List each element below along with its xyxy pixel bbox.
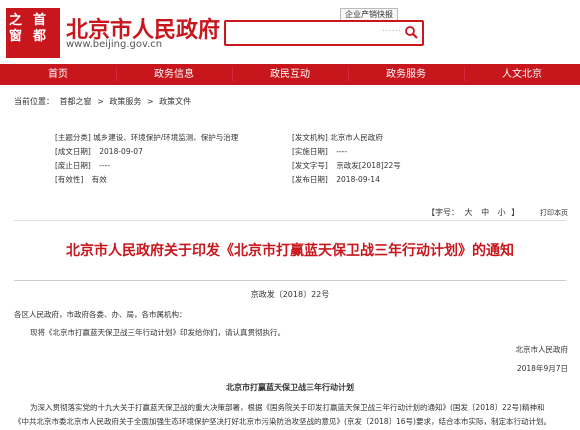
font-size-large[interactable]: 大 [465,208,473,217]
meta-impl-date: [实施日期] ---- [292,146,347,158]
site-header: 之 首 窗 都 Beijing·China 北京市人民政府 www.beijin… [0,0,580,62]
plan-paragraph-1: 为深入贯彻落实党的十九大关于打赢蓝天保卫战的重大决策部署，根据《国务院关于印发打… [30,403,545,412]
plan-paragraph-2: 《中共北京市委北京市人民政府关于全面加强生态环境保护坚决打好北京市污染防治攻坚战… [14,417,551,426]
search-hint: ······ [382,26,402,37]
meta-label: [废止日期] [55,161,91,170]
breadcrumb-separator: > [97,97,104,106]
breadcrumb-item-documents[interactable]: 政策文件 [159,97,191,106]
signer: 北京市人民政府 [515,345,569,354]
nav-item-culture[interactable]: 人文北京 [464,64,580,85]
breadcrumb: 当前位置： 首都之窗 > 政策服务 > 政策文件 [14,96,194,107]
meta-doc-number: [发文字号] 京政发[2018]22号 [292,160,401,172]
logo-char-3: 窗 [9,29,23,44]
meta-value: ---- [336,147,348,156]
document-metadata: [主题分类] 城乡建设、环境保护/环境监测、保护与治理 [成文日期] 2018-… [55,128,475,196]
breadcrumb-separator: > [146,97,154,106]
meta-label: [成文日期] [55,147,91,156]
search-icon[interactable] [404,24,418,39]
meta-label: [有效性] [55,175,84,184]
body-paragraph: 现将《北京市打赢蓝天保卫战三年行动计划》印发给你们，请认真贯彻执行。 [30,328,285,337]
print-link[interactable]: 打印本页 [540,208,568,218]
document-number: 京政发〔2018〕22号 [250,290,330,299]
logo-english: Beijing·China [6,49,54,56]
breadcrumb-prefix: 当前位置： [14,97,54,106]
breadcrumb-item-home[interactable]: 首都之窗 [60,97,92,106]
plan-title: 北京市打赢蓝天保卫战三年行动计划 [226,383,354,392]
meta-value: 城乡建设、环境保护/环境监测、保护与治理 [93,133,239,142]
search-box: ······ [224,20,424,46]
breadcrumb-item-services[interactable]: 政策服务 [109,97,141,106]
meta-abolish-date: [废止日期] ---- [55,160,110,172]
font-size-medium[interactable]: 中 [481,208,489,217]
site-url: www.beijing.gov.cn [66,39,163,50]
meta-value: ---- [99,161,111,170]
meta-written-date: [成文日期] 2018-09-07 [55,146,143,158]
meta-label: [发文字号] [292,161,328,170]
logo-char-4: 都 [33,29,47,44]
meta-label: [实施日期] [292,147,328,156]
font-size-control: 【字号： 大 中 小 】 [427,207,519,218]
nav-item-services[interactable]: 政务服务 [348,64,464,85]
recipients: 各区人民政府，市政府各委、办、局，各市属机构： [14,310,187,319]
nav-item-home[interactable]: 首页 [0,64,116,85]
font-size-end: 】 [511,208,520,217]
meta-label: [主题分类] [55,133,91,142]
meta-value: 2018-09-14 [336,175,380,184]
meta-value: 2018-09-07 [99,147,143,156]
meta-label: [发布日期] [292,175,328,184]
meta-value: 京政发[2018]22号 [336,161,401,170]
font-size-label: 【字号： [427,208,459,217]
nav-item-gov-info[interactable]: 政务信息 [116,64,232,85]
meta-value: 北京市人民政府 [330,133,383,142]
meta-topic: [主题分类] 城乡建设、环境保护/环境监测、保护与治理 [55,132,238,144]
divider [14,220,566,221]
meta-publish-date: [发布日期] 2018-09-14 [292,174,380,186]
font-size-small[interactable]: 小 [498,208,506,217]
title-divider [14,280,566,281]
meta-value: 有效 [91,175,107,184]
signed-date: 2018年9月7日 [516,364,568,373]
meta-label: [发文机构] [292,133,328,142]
main-nav: 首页 政务信息 政民互动 政务服务 人文北京 [0,64,580,85]
nav-item-interaction[interactable]: 政民互动 [232,64,348,85]
meta-validity: [有效性] 有效 [55,174,107,186]
search-input[interactable] [228,24,382,42]
meta-org: [发文机构] 北京市人民政府 [292,132,383,144]
document-title: 北京市人民政府关于印发《北京市打赢蓝天保卫战三年行动计划》的通知 [66,243,514,259]
